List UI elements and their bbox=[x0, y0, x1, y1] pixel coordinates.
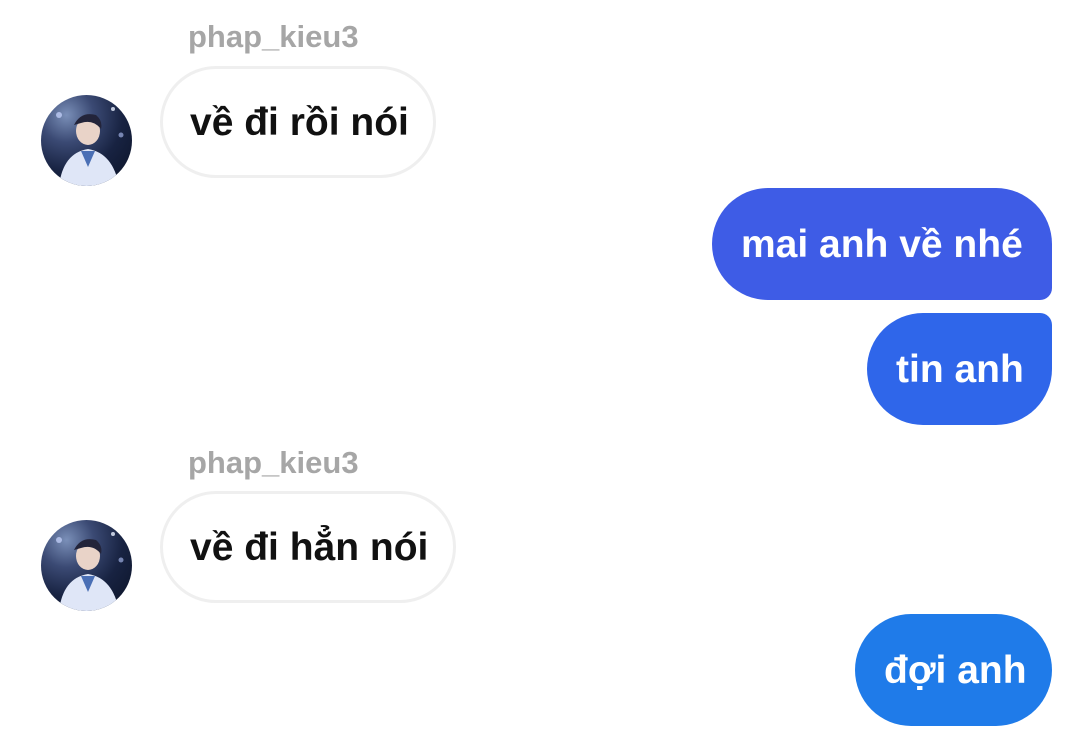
outgoing-message-bubble[interactable]: tin anh bbox=[867, 313, 1052, 425]
incoming-message-bubble[interactable]: về đi rồi nói bbox=[160, 66, 436, 178]
avatar-photo-icon bbox=[56, 107, 124, 186]
message-text: đợi anh bbox=[884, 648, 1027, 692]
message-text: tin anh bbox=[896, 347, 1024, 391]
sender-name: phap_kieu3 bbox=[188, 19, 359, 54]
message-text: về đi rồi nói bbox=[190, 100, 409, 144]
outgoing-message-bubble[interactable]: mai anh về nhé bbox=[712, 188, 1052, 300]
sender-name: phap_kieu3 bbox=[188, 445, 359, 480]
message-text: mai anh về nhé bbox=[741, 222, 1023, 266]
avatar-photo-icon bbox=[56, 532, 124, 611]
outgoing-message-bubble[interactable]: đợi anh bbox=[855, 614, 1052, 726]
avatar[interactable] bbox=[41, 520, 132, 611]
message-text: về đi hẳn nói bbox=[190, 525, 429, 569]
incoming-message-bubble[interactable]: về đi hẳn nói bbox=[160, 491, 456, 603]
avatar[interactable] bbox=[41, 95, 132, 186]
